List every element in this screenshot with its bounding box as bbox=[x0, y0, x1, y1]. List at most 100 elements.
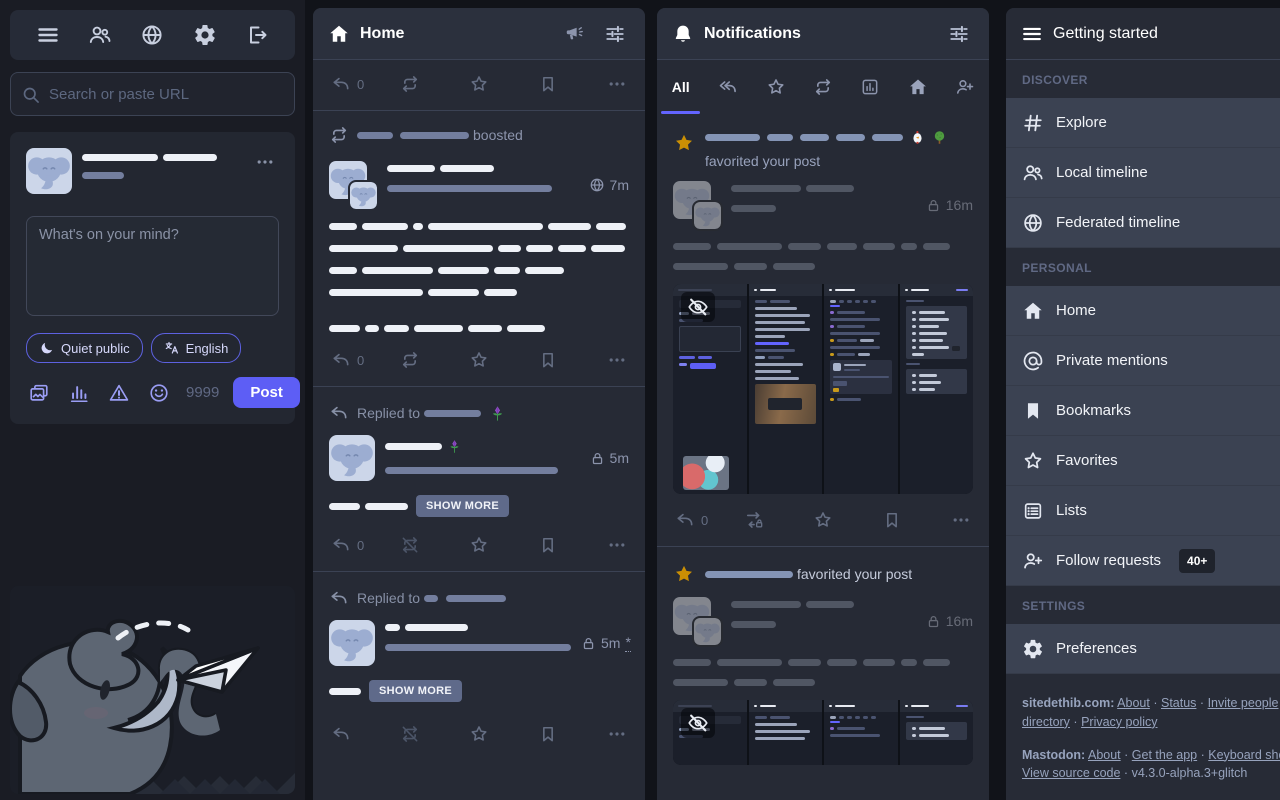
tab-favorites[interactable] bbox=[752, 60, 799, 114]
tab-follows[interactable] bbox=[942, 60, 989, 114]
favorite-button[interactable] bbox=[467, 533, 491, 557]
reply-button[interactable]: 0 bbox=[329, 72, 366, 96]
attach-media-button[interactable] bbox=[26, 380, 52, 406]
notifications-column-header[interactable]: Notifications bbox=[657, 8, 989, 60]
reply-status[interactable]: Replied to 5m * SHOW MORE bbox=[313, 572, 645, 760]
column-settings-button[interactable] bbox=[944, 19, 974, 49]
avatar[interactable] bbox=[26, 148, 72, 194]
nav-item-preferences[interactable]: Preferences bbox=[1006, 624, 1280, 674]
redacted-actor-name bbox=[767, 134, 793, 141]
tab-all[interactable]: All bbox=[657, 60, 704, 114]
avatar[interactable] bbox=[673, 597, 721, 645]
column-settings-button[interactable] bbox=[600, 19, 630, 49]
reply-button[interactable]: 0 bbox=[673, 508, 710, 532]
status-timestamp[interactable]: 5m * bbox=[581, 620, 631, 666]
nav-item-explore[interactable]: Explore bbox=[1006, 98, 1280, 148]
redacted-display-name bbox=[405, 624, 468, 631]
status-timestamp[interactable]: 16m bbox=[926, 597, 973, 645]
nav-item-home[interactable]: Home bbox=[1006, 286, 1280, 336]
search-input[interactable] bbox=[10, 72, 295, 116]
reply-button[interactable]: 0 bbox=[329, 348, 366, 372]
boosted-status[interactable]: boosted 7m bbox=[313, 111, 645, 386]
edited-marker[interactable]: * bbox=[625, 634, 630, 652]
notification-favorite[interactable]: favorited your post 16m bbox=[657, 547, 989, 765]
bookmark-button[interactable] bbox=[880, 508, 904, 532]
avatar[interactable] bbox=[329, 435, 375, 481]
get-the-app-link[interactable]: Get the app bbox=[1132, 748, 1197, 762]
more-button[interactable] bbox=[949, 508, 973, 532]
status-timestamp[interactable]: 5m bbox=[590, 435, 629, 481]
keyboard-shortcuts-link[interactable]: Keyboard shortcuts bbox=[1208, 748, 1280, 762]
star-icon bbox=[813, 510, 833, 530]
tab-all-label: All bbox=[672, 79, 690, 95]
bookmark-button[interactable] bbox=[536, 72, 560, 96]
bookmark-button[interactable] bbox=[536, 348, 560, 372]
logout-button[interactable] bbox=[241, 19, 273, 51]
status-timestamp[interactable]: 7m bbox=[589, 161, 629, 209]
more-button[interactable] bbox=[605, 72, 629, 96]
invite-people-link[interactable]: Invite people bbox=[1208, 696, 1279, 710]
tab-statuses[interactable] bbox=[894, 60, 941, 114]
hide-media-button[interactable] bbox=[681, 708, 715, 738]
add-poll-button[interactable] bbox=[66, 380, 92, 406]
tab-polls[interactable] bbox=[847, 60, 894, 114]
nav-item-bookmarks[interactable]: Bookmarks bbox=[1006, 386, 1280, 436]
reply-button[interactable]: 0 bbox=[329, 533, 366, 557]
about-link[interactable]: About bbox=[1117, 696, 1150, 710]
account-menu-button[interactable] bbox=[251, 148, 279, 176]
avatar[interactable] bbox=[673, 181, 721, 229]
status-timestamp[interactable]: 16m bbox=[926, 181, 973, 229]
more-button[interactable] bbox=[605, 722, 629, 746]
content-warning-button[interactable] bbox=[106, 380, 132, 406]
bookmark-button[interactable] bbox=[536, 722, 560, 746]
hide-media-button[interactable] bbox=[681, 292, 715, 322]
more-button[interactable] bbox=[605, 348, 629, 372]
emoji-button[interactable] bbox=[146, 380, 172, 406]
nav-item-private-mentions[interactable]: Private mentions bbox=[1006, 336, 1280, 386]
tab-boosts[interactable] bbox=[799, 60, 846, 114]
nav-item-favorites[interactable]: Favorites bbox=[1006, 436, 1280, 486]
nav-item-local-timeline[interactable]: Local timeline bbox=[1006, 148, 1280, 198]
post-button[interactable]: Post bbox=[233, 377, 300, 408]
menu-button[interactable] bbox=[32, 19, 64, 51]
media-attachment[interactable] bbox=[673, 284, 973, 494]
nav-item-federated-timeline[interactable]: Federated timeline bbox=[1006, 198, 1280, 248]
mastodon-about-link[interactable]: About bbox=[1088, 748, 1121, 762]
preferences-button[interactable] bbox=[189, 19, 221, 51]
media-attachment[interactable] bbox=[673, 700, 973, 765]
reply-button[interactable] bbox=[329, 722, 353, 746]
show-more-button[interactable]: SHOW MORE bbox=[416, 495, 509, 517]
avatar[interactable] bbox=[329, 620, 375, 666]
status-link[interactable]: Status bbox=[1161, 696, 1196, 710]
compose-textarea[interactable] bbox=[26, 216, 279, 316]
reply-status[interactable]: Replied to 5m SHOW MORE 0 bbox=[313, 387, 645, 571]
boost-private-button[interactable] bbox=[742, 508, 766, 532]
nav-item-follow-requests[interactable]: Follow requests 40+ bbox=[1006, 536, 1280, 586]
federated-timeline-button[interactable] bbox=[136, 19, 168, 51]
redacted-display-name bbox=[163, 154, 217, 161]
privacy-policy-link[interactable]: Privacy policy bbox=[1081, 715, 1157, 729]
announcements-button[interactable] bbox=[560, 19, 590, 49]
more-button[interactable] bbox=[605, 533, 629, 557]
favorite-button[interactable] bbox=[467, 722, 491, 746]
bookmark-button[interactable] bbox=[536, 533, 560, 557]
view-source-link[interactable]: View source code bbox=[1022, 766, 1120, 780]
instance-name: sitedethib.com: bbox=[1022, 696, 1114, 710]
nav-item-lists[interactable]: Lists bbox=[1006, 486, 1280, 536]
boost-button[interactable] bbox=[398, 72, 422, 96]
notification-favorite[interactable]: favorited your post 16m bbox=[657, 114, 989, 546]
boost-disabled-icon bbox=[400, 535, 420, 555]
avatar[interactable] bbox=[329, 161, 377, 209]
visibility-button[interactable]: Quiet public bbox=[26, 333, 143, 363]
local-timeline-button[interactable] bbox=[84, 19, 116, 51]
favorite-button[interactable] bbox=[467, 348, 491, 372]
language-button[interactable]: English bbox=[151, 333, 242, 363]
home-column-header[interactable]: Home bbox=[313, 8, 645, 60]
show-more-button[interactable]: SHOW MORE bbox=[369, 680, 462, 702]
tab-mentions[interactable] bbox=[704, 60, 751, 114]
favorite-button[interactable] bbox=[467, 72, 491, 96]
boost-button[interactable] bbox=[398, 348, 422, 372]
people-icon bbox=[88, 23, 112, 47]
favorite-button[interactable] bbox=[811, 508, 835, 532]
reply-icon bbox=[331, 350, 351, 370]
